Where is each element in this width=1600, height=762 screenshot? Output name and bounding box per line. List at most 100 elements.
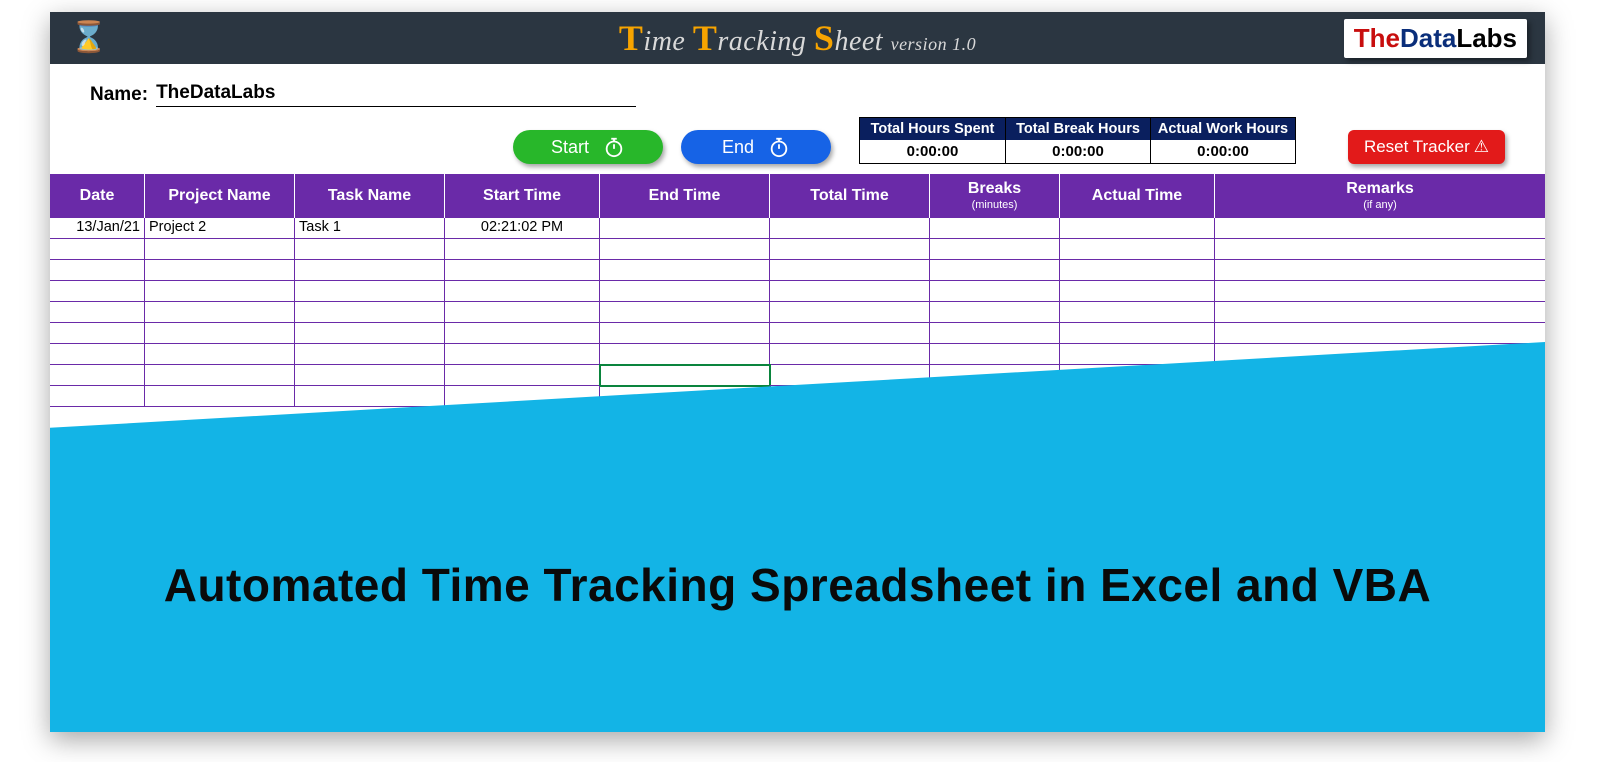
cell-total[interactable]: [770, 218, 930, 239]
summary-value: 0:00:00: [1151, 140, 1295, 163]
cell-total[interactable]: [770, 239, 930, 260]
cell-date[interactable]: [50, 323, 145, 344]
end-button-label: End: [722, 137, 754, 158]
name-input[interactable]: TheDataLabs: [156, 82, 636, 107]
table-row: [50, 281, 1545, 302]
table-row: [50, 260, 1545, 281]
cell-breaks[interactable]: [930, 344, 1060, 365]
cell-project[interactable]: [145, 260, 295, 281]
cell-remarks[interactable]: [1215, 260, 1545, 281]
cell-total[interactable]: [770, 344, 930, 365]
name-label: Name:: [90, 84, 148, 106]
col-remarks: Remarks(if any): [1215, 174, 1545, 218]
cell-end[interactable]: [600, 218, 770, 239]
cell-end[interactable]: [600, 344, 770, 365]
cell-start[interactable]: [445, 323, 600, 344]
cell-task[interactable]: [295, 302, 445, 323]
cell-actual[interactable]: [1060, 281, 1215, 302]
cell-total[interactable]: [770, 281, 930, 302]
cell-actual[interactable]: [1060, 323, 1215, 344]
cell-task[interactable]: [295, 281, 445, 302]
table-row: [50, 302, 1545, 323]
cell-project[interactable]: [145, 365, 295, 386]
cell-task[interactable]: Task 1: [295, 218, 445, 239]
cell-breaks[interactable]: [930, 239, 1060, 260]
cell-end[interactable]: [600, 302, 770, 323]
cell-breaks[interactable]: [930, 281, 1060, 302]
cell-end[interactable]: [600, 260, 770, 281]
col-end: End Time: [600, 174, 770, 218]
cell-breaks[interactable]: [930, 323, 1060, 344]
cell-remarks[interactable]: [1215, 323, 1545, 344]
cell-task[interactable]: [295, 260, 445, 281]
cell-end[interactable]: [600, 281, 770, 302]
cell-task[interactable]: [295, 386, 445, 407]
cell-actual[interactable]: [1060, 260, 1215, 281]
cell-project[interactable]: [145, 281, 295, 302]
cell-date[interactable]: [50, 260, 145, 281]
table-row: 13/Jan/21Project 2Task 102:21:02 PM: [50, 218, 1545, 239]
start-button[interactable]: Start: [513, 130, 663, 164]
grid-header-row: Date Project Name Task Name Start Time E…: [50, 174, 1545, 218]
cell-end[interactable]: [600, 365, 770, 386]
cell-date[interactable]: [50, 239, 145, 260]
cell-project[interactable]: [145, 302, 295, 323]
cell-project[interactable]: Project 2: [145, 218, 295, 239]
table-row: [50, 239, 1545, 260]
cell-date[interactable]: [50, 365, 145, 386]
reset-tracker-button[interactable]: Reset Tracker ⚠: [1348, 130, 1505, 164]
cell-start[interactable]: [445, 365, 600, 386]
cell-breaks[interactable]: [930, 260, 1060, 281]
cell-start[interactable]: [445, 260, 600, 281]
summary-header: Actual Work Hours: [1151, 118, 1295, 140]
reset-button-label: Reset Tracker: [1364, 137, 1470, 157]
cell-start[interactable]: [445, 302, 600, 323]
cell-remarks[interactable]: [1215, 302, 1545, 323]
cell-remarks[interactable]: [1215, 281, 1545, 302]
warning-icon: ⚠: [1474, 137, 1489, 157]
cell-start[interactable]: [445, 344, 600, 365]
cell-breaks[interactable]: [930, 302, 1060, 323]
col-date: Date: [50, 174, 145, 218]
cell-project[interactable]: [145, 386, 295, 407]
cell-date[interactable]: 13/Jan/21: [50, 218, 145, 239]
cell-start[interactable]: [445, 281, 600, 302]
summary-value: 0:00:00: [860, 140, 1005, 163]
col-project: Project Name: [145, 174, 295, 218]
summary-value: 0:00:00: [1006, 140, 1150, 163]
cell-project[interactable]: [145, 323, 295, 344]
cell-total[interactable]: [770, 260, 930, 281]
cell-task[interactable]: [295, 344, 445, 365]
summary-header: Total Break Hours: [1006, 118, 1150, 140]
cell-task[interactable]: [295, 323, 445, 344]
cell-remarks[interactable]: [1215, 239, 1545, 260]
cell-total[interactable]: [770, 323, 930, 344]
cell-actual[interactable]: [1060, 302, 1215, 323]
summary-table: Total Hours Spent 0:00:00 Total Break Ho…: [859, 117, 1296, 164]
stopwatch-icon: [768, 136, 790, 158]
promo-caption: Automated Time Tracking Spreadsheet in E…: [50, 558, 1545, 612]
cell-task[interactable]: [295, 239, 445, 260]
cell-end[interactable]: [600, 239, 770, 260]
cell-start[interactable]: [445, 239, 600, 260]
col-total: Total Time: [770, 174, 930, 218]
cell-date[interactable]: [50, 386, 145, 407]
cell-date[interactable]: [50, 302, 145, 323]
cell-project[interactable]: [145, 344, 295, 365]
cell-actual[interactable]: [1060, 239, 1215, 260]
cell-actual[interactable]: [1060, 344, 1215, 365]
cell-start[interactable]: 02:21:02 PM: [445, 218, 600, 239]
cell-task[interactable]: [295, 365, 445, 386]
cell-project[interactable]: [145, 239, 295, 260]
cell-actual[interactable]: [1060, 218, 1215, 239]
cell-remarks[interactable]: [1215, 218, 1545, 239]
cell-date[interactable]: [50, 281, 145, 302]
col-breaks: Breaks(minutes): [930, 174, 1060, 218]
hourglass-icon: ⌛: [70, 23, 107, 53]
cell-date[interactable]: [50, 344, 145, 365]
cell-breaks[interactable]: [930, 218, 1060, 239]
cell-total[interactable]: [770, 302, 930, 323]
brand-logo: TheDataLabs: [1344, 19, 1527, 58]
end-button[interactable]: End: [681, 130, 831, 164]
cell-end[interactable]: [600, 323, 770, 344]
